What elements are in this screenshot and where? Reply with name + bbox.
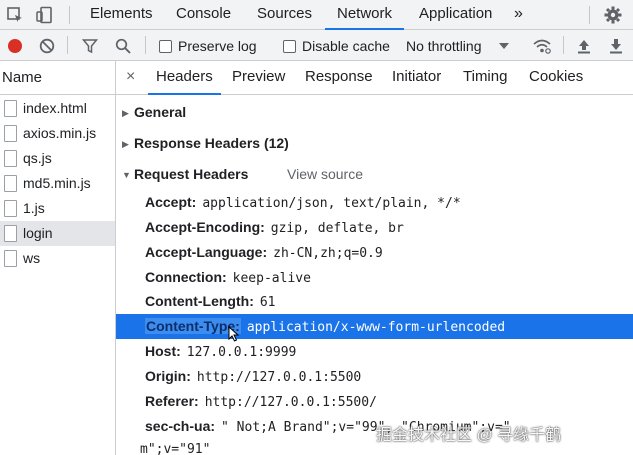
tab-response[interactable]: Response	[305, 61, 373, 95]
tab-sources[interactable]: Sources	[257, 0, 312, 30]
header-value: gzip, deflate, br	[270, 221, 404, 236]
record-icon[interactable]	[5, 36, 25, 56]
file-icon	[4, 100, 17, 117]
response-headers-section-toggle[interactable]: ▶ Response Headers (12)	[122, 135, 289, 151]
caret-right-icon: ▶	[122, 107, 129, 118]
more-tabs-icon[interactable]: »	[514, 0, 523, 30]
preserve-log-checkbox[interactable]: Preserve log	[159, 36, 257, 56]
header-name: sec-ch-ua:	[145, 418, 216, 434]
file-icon	[4, 225, 17, 242]
header-row: Connection: keep-alive	[116, 265, 633, 290]
mouse-pointer-icon	[228, 325, 240, 347]
tab-application[interactable]: Application	[419, 0, 492, 30]
file-icon	[4, 175, 17, 192]
header-name: Accept-Language:	[145, 244, 268, 260]
checkbox-box[interactable]	[159, 39, 172, 53]
name-column-header[interactable]: Name	[0, 61, 115, 95]
header-row: Origin: http://127.0.0.1:5500	[116, 364, 633, 389]
disable-cache-label: Disable cache	[302, 38, 390, 54]
request-name: 1.js	[23, 200, 45, 216]
preserve-log-label: Preserve log	[178, 38, 257, 54]
header-name: Content-Length:	[145, 293, 254, 309]
header-value: application/json, text/plain, */*	[202, 196, 461, 211]
header-value: 127.0.0.1:9999	[186, 345, 297, 360]
header-name: Host:	[145, 343, 181, 359]
header-value: m";v="91"	[140, 442, 211, 455]
request-name: md5.min.js	[23, 175, 91, 191]
checkbox-box[interactable]	[283, 39, 296, 53]
tab-headers[interactable]: Headers	[148, 61, 221, 95]
tab-cookies[interactable]: Cookies	[529, 61, 583, 95]
watermark: 掘金技术社区 @ 寻缘千鹤	[376, 427, 562, 444]
request-name: login	[23, 225, 53, 241]
response-headers-title: Response Headers (12)	[134, 135, 289, 151]
tab-network[interactable]: Network	[325, 0, 405, 30]
export-har-icon[interactable]	[607, 36, 625, 56]
throttling-select[interactable]: No throttling	[406, 36, 510, 56]
tab-timing[interactable]: Timing	[463, 61, 507, 95]
header-value: http://127.0.0.1:5500	[196, 370, 362, 385]
filter-icon[interactable]	[80, 36, 100, 56]
header-name: Referer:	[145, 393, 199, 409]
request-headers-title: Request Headers	[134, 166, 249, 182]
header-row: Referer: http://127.0.0.1:5500/	[116, 389, 633, 414]
view-source-link[interactable]: View source	[287, 166, 363, 182]
inspect-element-icon[interactable]	[5, 5, 25, 25]
general-section-toggle[interactable]: ▶ General	[122, 104, 186, 120]
header-row: Accept-Language: zh-CN,zh;q=0.9	[116, 240, 633, 265]
network-toolbar: Preserve log Disable cache No throttling	[0, 30, 633, 61]
header-value: 61	[259, 295, 276, 310]
caret-right-icon: ▶	[122, 138, 129, 149]
import-har-icon[interactable]	[575, 36, 593, 56]
request-detail-tabs: × Headers Preview Response Initiator Tim…	[116, 61, 633, 95]
header-value: http://127.0.0.1:5500/	[204, 395, 377, 410]
settings-gear-icon[interactable]	[603, 5, 623, 25]
request-list-panel: Name index.html axios.min.js qs.js md5.m…	[0, 61, 116, 455]
tab-elements[interactable]: Elements	[90, 0, 153, 30]
throttling-value: No throttling	[406, 38, 482, 54]
request-name: axios.min.js	[23, 125, 97, 141]
tab-preview[interactable]: Preview	[232, 61, 285, 95]
header-value: zh-CN,zh;q=0.9	[273, 246, 383, 261]
request-item-login[interactable]: login	[0, 221, 115, 246]
request-name: index.html	[23, 100, 87, 116]
devtools-main-toolbar: Elements Console Sources Network Applica…	[0, 0, 633, 30]
search-icon[interactable]	[113, 36, 133, 56]
general-section-title: General	[134, 104, 187, 120]
file-icon	[4, 150, 17, 167]
device-toolbar-icon[interactable]	[35, 5, 55, 25]
header-row: Content-Length: 61	[116, 289, 633, 314]
caret-down-icon: ▼	[122, 170, 131, 181]
request-item-md5[interactable]: md5.min.js	[0, 171, 115, 196]
header-row: Accept-Encoding: gzip, deflate, br	[116, 215, 633, 240]
request-item-1js[interactable]: 1.js	[0, 196, 115, 221]
header-value: keep-alive	[232, 271, 311, 286]
request-item-ws[interactable]: ws	[0, 246, 115, 271]
file-icon	[4, 250, 17, 267]
tab-console[interactable]: Console	[176, 0, 231, 30]
file-icon	[4, 200, 17, 217]
header-name: Connection:	[145, 269, 227, 285]
request-headers-section-toggle[interactable]: ▼ Request Headers	[122, 166, 248, 182]
header-row-selected[interactable]: Content-Type: application/x-www-form-urle…	[116, 314, 633, 339]
header-name: Accept-Encoding:	[145, 219, 265, 235]
header-name: Accept:	[145, 194, 197, 210]
header-value: application/x-www-form-urlencoded	[246, 320, 506, 335]
header-row: Accept: application/json, text/plain, */*	[116, 190, 633, 215]
dropdown-arrow-icon	[499, 43, 510, 49]
disable-cache-checkbox[interactable]: Disable cache	[283, 36, 390, 56]
header-row: Host: 127.0.0.1:9999	[116, 339, 633, 364]
header-name: Content-Type:	[145, 318, 241, 334]
network-conditions-icon[interactable]	[531, 36, 553, 56]
request-name: ws	[23, 250, 41, 266]
tab-initiator[interactable]: Initiator	[392, 61, 441, 95]
close-icon[interactable]: ×	[126, 61, 135, 95]
request-item-qs[interactable]: qs.js	[0, 146, 115, 171]
header-name: Origin:	[145, 368, 191, 384]
file-icon	[4, 125, 17, 142]
clear-icon[interactable]	[37, 36, 57, 56]
request-name: qs.js	[23, 150, 52, 166]
request-item-index-html[interactable]: index.html	[0, 96, 115, 121]
request-item-axios[interactable]: axios.min.js	[0, 121, 115, 146]
